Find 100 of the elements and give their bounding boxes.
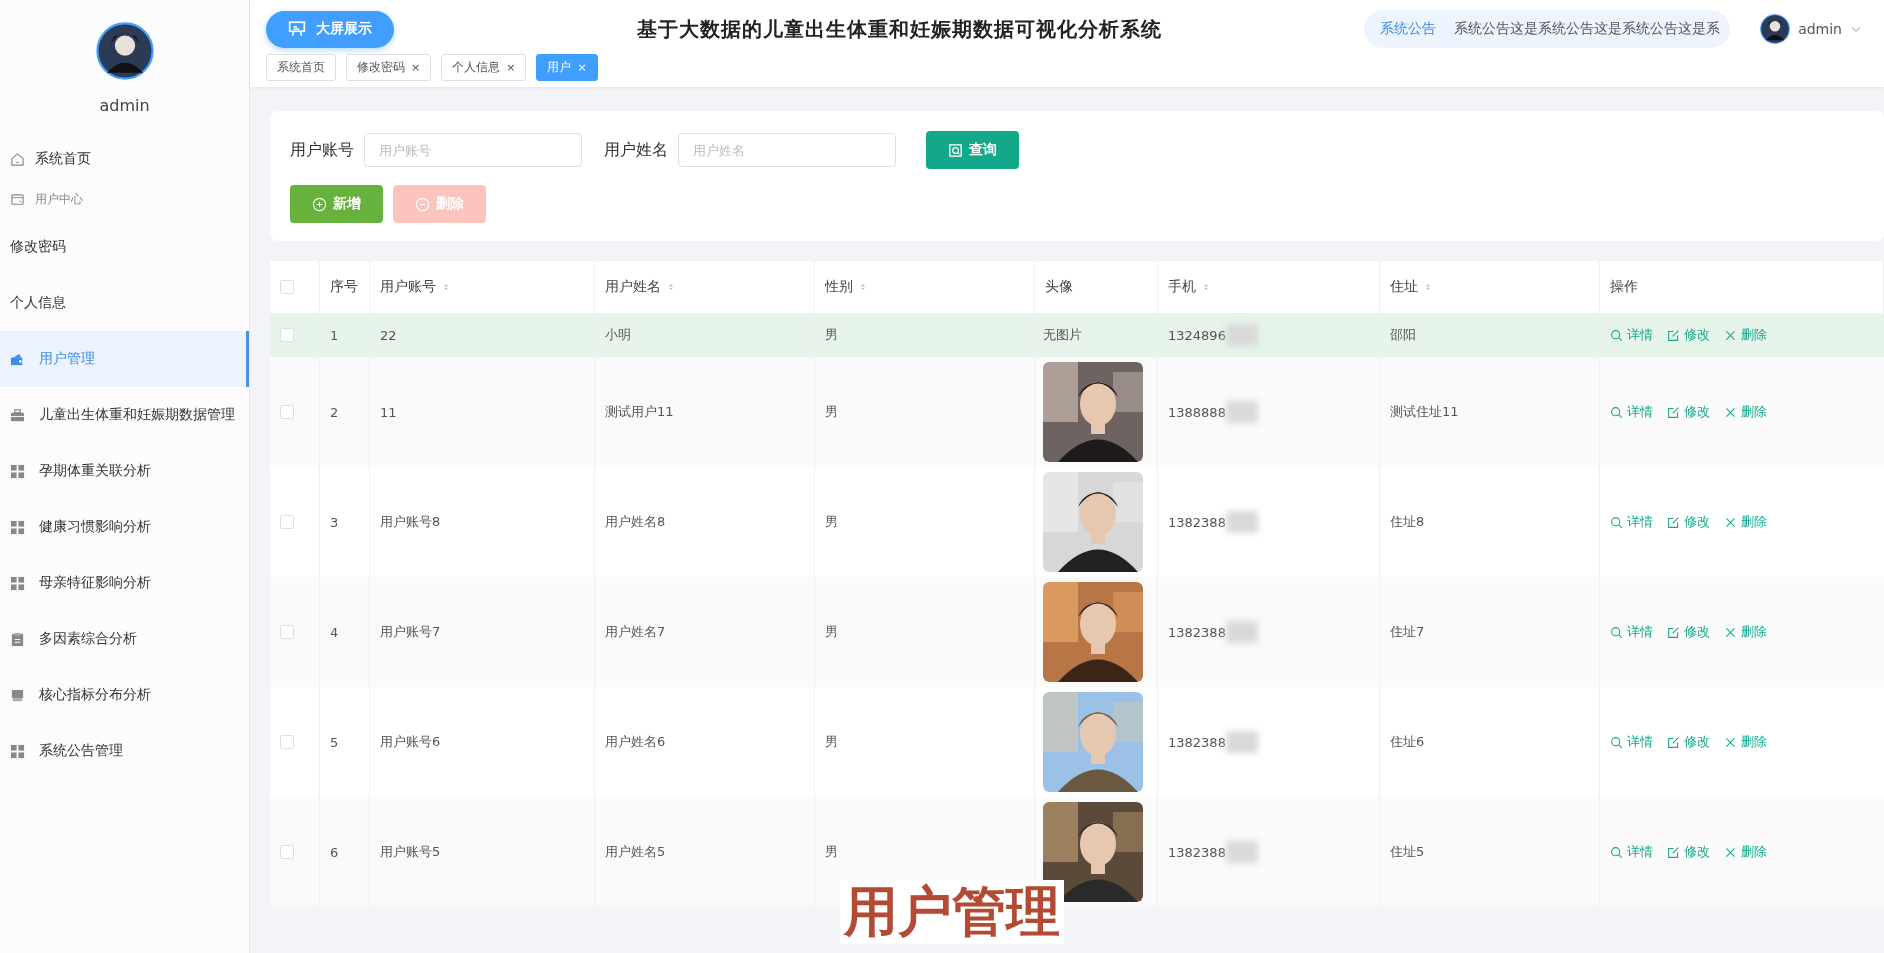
checkbox[interactable] [280, 515, 294, 529]
tab[interactable]: 用户 × [536, 54, 598, 81]
close-icon [1724, 515, 1737, 529]
table-cell: 1324896 [1168, 327, 1226, 343]
table-cell: 男 [825, 623, 838, 641]
delete-link[interactable]: 删除 [1724, 326, 1767, 344]
close-icon[interactable]: × [577, 61, 587, 74]
printer-icon [10, 687, 25, 703]
edit-link[interactable]: 修改 [1667, 623, 1710, 641]
table-cell: 测试住址11 [1390, 403, 1459, 421]
menu-item[interactable]: 个人信息 [0, 275, 249, 331]
plus-circle-icon [312, 196, 327, 212]
close-icon [1724, 735, 1737, 749]
tab[interactable]: 系统首页 [266, 54, 336, 81]
close-icon[interactable]: × [506, 61, 516, 74]
table-cell: 6 [320, 797, 370, 907]
delete-link[interactable]: 删除 [1724, 843, 1767, 861]
search-icon [948, 142, 963, 158]
user-avatar [1760, 14, 1791, 44]
edit-link[interactable]: 修改 [1667, 513, 1710, 531]
notice-label: 系统公告 [1380, 20, 1437, 38]
detail-link[interactable]: 详情 [1610, 733, 1653, 751]
menu-item[interactable]: 孕期体重关联分析 [0, 443, 249, 499]
table-cell: 住址6 [1390, 733, 1425, 751]
menu-item[interactable]: 系统公告管理 [0, 723, 249, 779]
edit-icon [1667, 845, 1680, 859]
big-screen-button[interactable]: 大屏展示 [266, 10, 394, 48]
checkbox[interactable] [280, 845, 294, 859]
table-cell: 用户账号7 [380, 623, 441, 641]
caption: 用户管理 [840, 880, 1064, 944]
card-icon [10, 191, 25, 207]
menu-item[interactable]: 用户管理 [0, 331, 249, 387]
menu-item[interactable]: 多因素综合分析 [0, 611, 249, 667]
presentation-icon [288, 20, 306, 38]
checkbox[interactable] [280, 735, 294, 749]
blurred-digits [1225, 621, 1258, 643]
edit-link[interactable]: 修改 [1667, 403, 1710, 421]
page-title: 基于大数据的儿童出生体重和妊娠期数据可视化分析系统 [635, 15, 1163, 43]
search-icon [1610, 845, 1623, 859]
checkbox[interactable] [280, 405, 294, 419]
column-header: 手机 [1168, 278, 1196, 296]
close-icon [1724, 625, 1737, 639]
table-cell: 住址5 [1390, 843, 1425, 861]
input-field[interactable]: 用户姓名 [678, 133, 896, 167]
briefcase-icon [10, 407, 25, 423]
table-cell: 男 [825, 326, 838, 344]
search-icon [1610, 328, 1623, 342]
search-icon [1610, 735, 1623, 749]
delete-link[interactable]: 删除 [1724, 623, 1767, 641]
delete-link[interactable]: 删除 [1724, 733, 1767, 751]
menu-item[interactable]: 修改密码 [0, 219, 249, 275]
minus-circle-icon [415, 196, 430, 212]
delete-link[interactable]: 删除 [1724, 513, 1767, 531]
detail-link[interactable]: 详情 [1610, 843, 1653, 861]
tab[interactable]: 修改密码 × [346, 54, 432, 81]
edit-link[interactable]: 修改 [1667, 733, 1710, 751]
edit-icon [1667, 625, 1680, 639]
table-cell: 小明 [605, 326, 631, 344]
input-field[interactable]: 用户账号 [364, 133, 582, 167]
add-button[interactable]: 新增 [290, 185, 383, 223]
table-cell: 4 [320, 577, 370, 687]
column-header: 用户账号 [380, 278, 436, 296]
checkbox[interactable] [280, 280, 294, 294]
detail-link[interactable]: 详情 [1610, 623, 1653, 641]
table-cell: 1382388 [1168, 514, 1226, 530]
detail-link[interactable]: 详情 [1610, 403, 1653, 421]
menu-item[interactable]: 健康习惯影响分析 [0, 499, 249, 555]
edit-link[interactable]: 修改 [1667, 326, 1710, 344]
close-icon[interactable]: × [411, 61, 421, 74]
edit-link[interactable]: 修改 [1667, 843, 1710, 861]
menu-item[interactable]: 母亲特征影响分析 [0, 555, 249, 611]
grid-icon [10, 463, 25, 479]
blurred-digits [1225, 511, 1258, 533]
blurred-digits [1225, 324, 1258, 346]
table-cell: 11 [380, 404, 397, 420]
detail-link[interactable]: 详情 [1610, 513, 1653, 531]
table-cell: 男 [825, 513, 838, 531]
query-button[interactable]: 查询 [926, 131, 1019, 169]
menu-item[interactable]: 儿童出生体重和妊娠期数据管理 [0, 387, 249, 443]
checkbox[interactable] [280, 328, 294, 342]
edit-icon [1667, 515, 1680, 529]
table-cell: 无图片 [1043, 326, 1082, 344]
field-label: 用户账号 [290, 139, 354, 161]
detail-link[interactable]: 详情 [1610, 326, 1653, 344]
blurred-digits [1225, 401, 1258, 423]
menu-item[interactable]: 核心指标分布分析 [0, 667, 249, 723]
checkbox[interactable] [280, 625, 294, 639]
tab[interactable]: 个人信息 × [441, 54, 527, 81]
notice-text: 系统公告这是系统公告这是系统公告这是系 [1454, 20, 1721, 38]
menu-group[interactable]: 用户中心 [0, 179, 249, 219]
table-cell: 用户账号6 [380, 733, 441, 751]
column-header: 性别 [825, 278, 853, 296]
delete-link[interactable]: 删除 [1724, 403, 1767, 421]
field-label: 用户姓名 [604, 139, 668, 161]
menu-item[interactable]: 系统首页 [0, 139, 249, 179]
user-name[interactable]: admin [1798, 21, 1842, 37]
home-icon [10, 151, 25, 167]
table-cell: 2 [320, 357, 370, 467]
search-icon [1610, 405, 1623, 419]
table-cell: 1 [320, 313, 370, 357]
